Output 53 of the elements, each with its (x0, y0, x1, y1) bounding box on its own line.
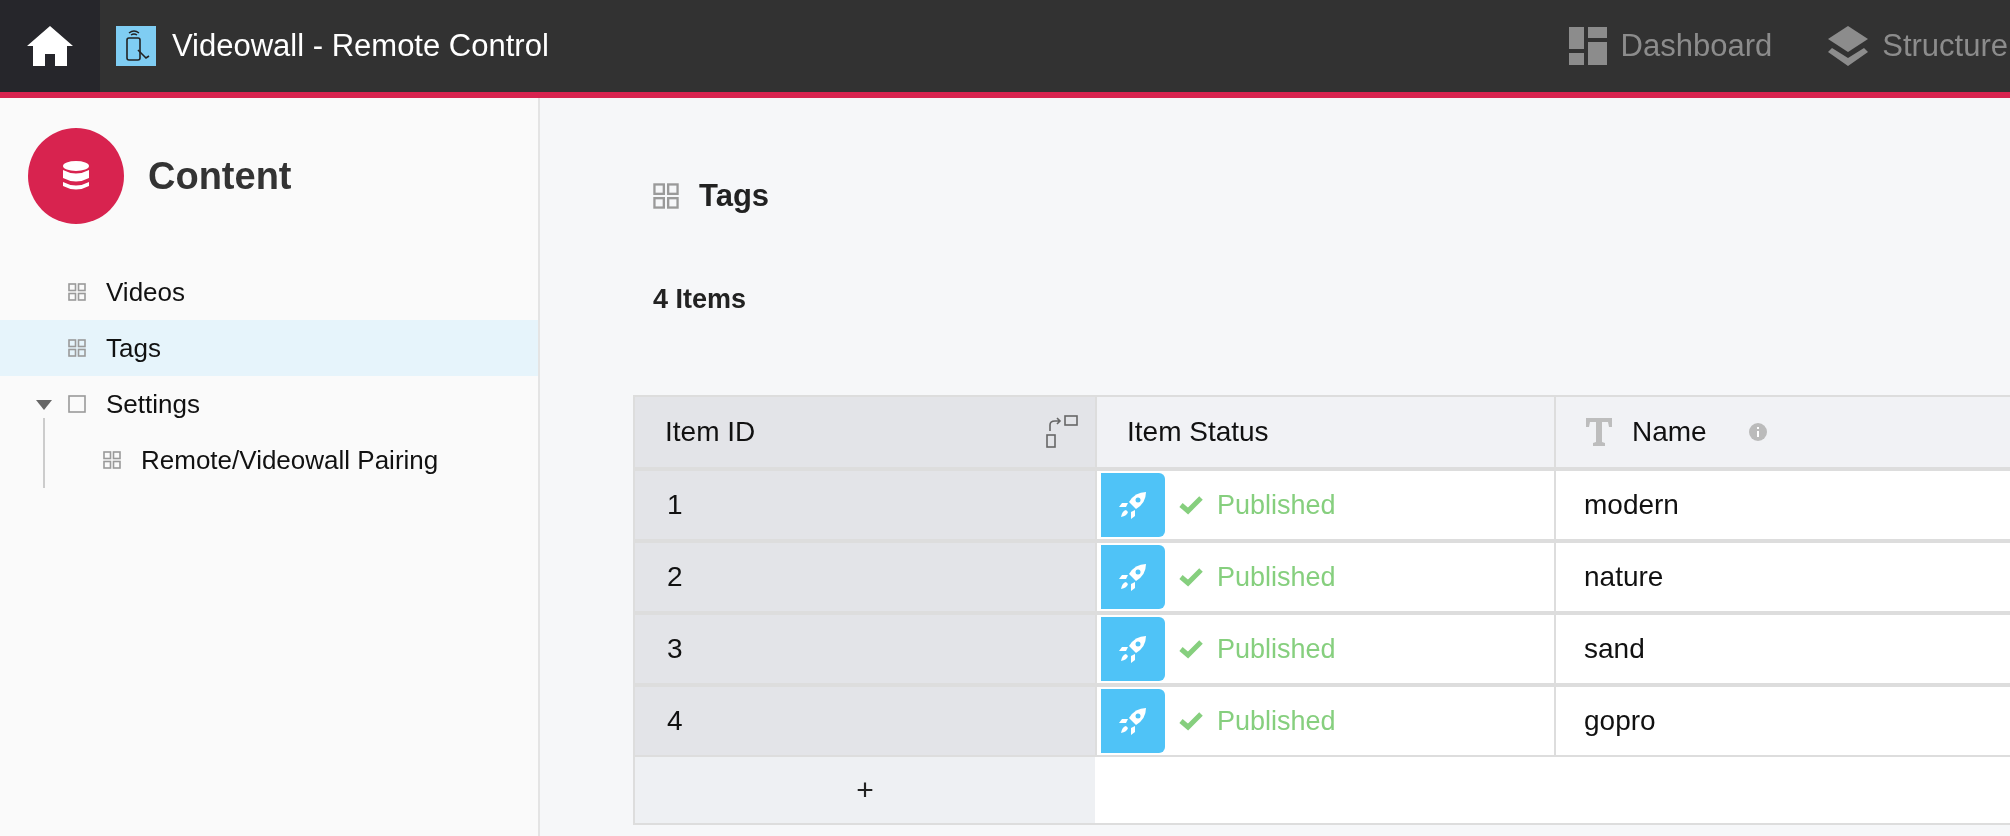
nav-link[interactable]: Dashboard (1568, 27, 1773, 65)
sidebar-item[interactable]: Remote/Videowall Pairing (0, 432, 538, 488)
table-cell: nature (1584, 561, 1664, 593)
table-cell: 2 (667, 561, 683, 593)
section-title: Content (148, 154, 292, 198)
remote-control-icon (116, 26, 156, 66)
table-cell: 1 (667, 489, 683, 521)
publish-button[interactable] (1101, 473, 1165, 537)
table-cell: modern (1584, 489, 1679, 521)
status-label: Published (1217, 633, 1336, 665)
check-icon (1179, 639, 1203, 659)
item-count: 4 Items (653, 284, 748, 315)
caret-icon[interactable] (36, 400, 52, 410)
page-title: Tags (699, 178, 770, 214)
rocket-icon (1119, 707, 1147, 735)
grid-icon (68, 339, 86, 357)
column-header[interactable]: Name (1554, 397, 2010, 467)
column-header[interactable]: Item Status (1095, 397, 1554, 467)
status-label: Published (1217, 489, 1336, 521)
column-header[interactable]: Item ID (635, 397, 1095, 467)
home-icon (27, 26, 73, 66)
rocket-icon (1119, 563, 1147, 591)
database-icon (63, 161, 89, 191)
table-cell: gopro (1584, 705, 1656, 737)
dashboard-icon (1568, 27, 1607, 65)
publish-button[interactable] (1101, 617, 1165, 681)
sidebar-item[interactable]: Settings (0, 376, 538, 432)
sidebar-item[interactable]: Tags (0, 320, 538, 376)
home-button[interactable] (0, 0, 100, 92)
grid-icon (68, 283, 86, 301)
table-cell: 4 (667, 705, 683, 737)
grid-icon (103, 451, 121, 469)
text-type-icon (1586, 418, 1612, 446)
add-row-button[interactable]: + (635, 755, 1095, 823)
swap-icon[interactable] (1045, 415, 1079, 449)
square-icon (68, 395, 86, 413)
check-icon (1179, 495, 1203, 515)
check-icon (1179, 711, 1203, 731)
publish-button[interactable] (1101, 689, 1165, 753)
nav-link[interactable]: Structure (1828, 26, 2008, 66)
rocket-icon (1119, 491, 1147, 519)
check-icon (1179, 567, 1203, 587)
grid-icon (653, 183, 679, 209)
info-icon[interactable] (1748, 423, 1767, 441)
table-cell: sand (1584, 633, 1645, 665)
sidebar-item[interactable]: Videos (0, 264, 538, 320)
app-title: Videowall - Remote Control (172, 28, 549, 64)
publish-button[interactable] (1101, 545, 1165, 609)
layers-icon (1828, 26, 1869, 66)
table-cell: 3 (667, 633, 683, 665)
status-label: Published (1217, 561, 1336, 593)
status-label: Published (1217, 705, 1336, 737)
rocket-icon (1119, 635, 1147, 663)
